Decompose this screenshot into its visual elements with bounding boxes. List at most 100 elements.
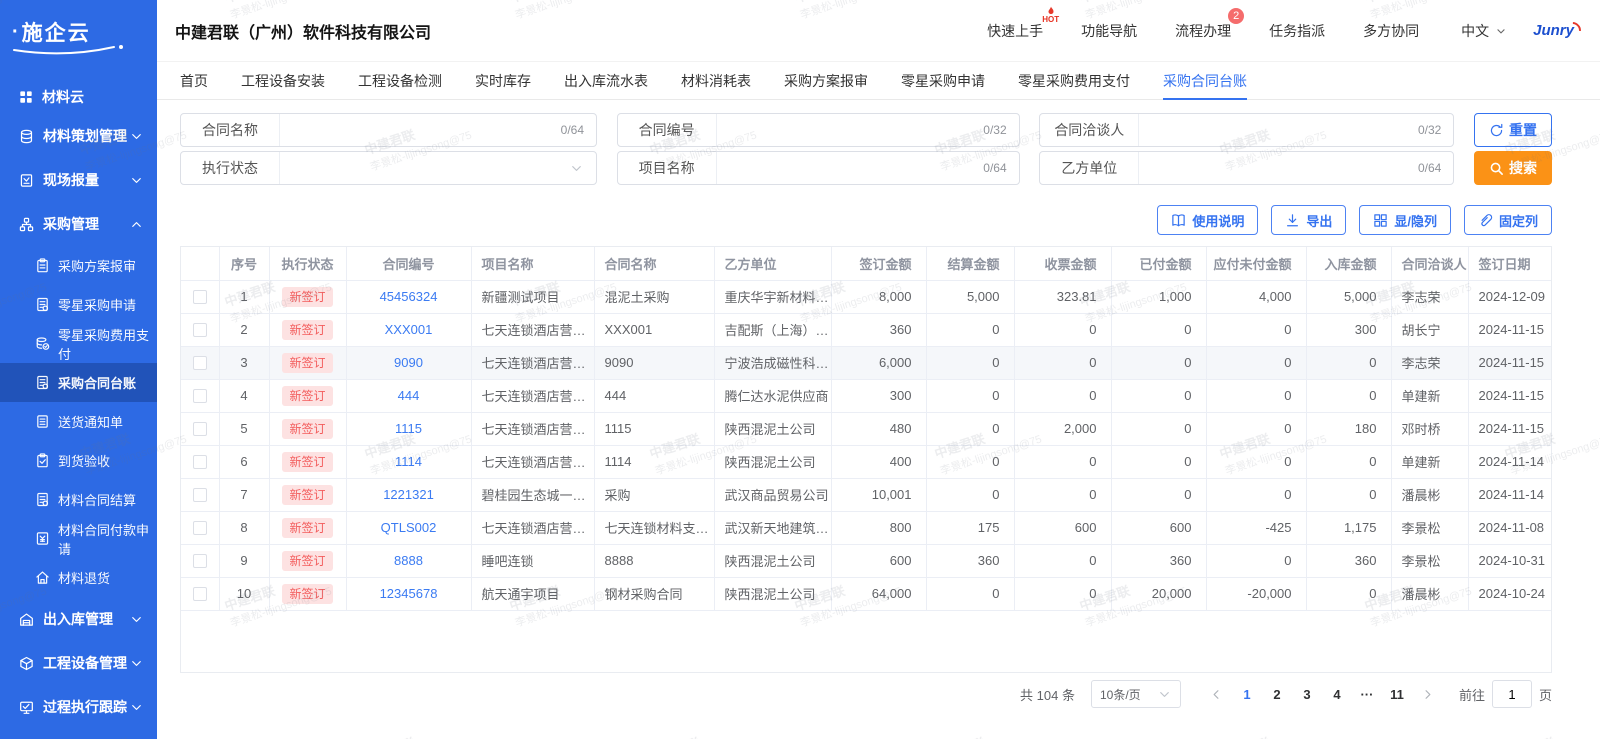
language-label: 中文 [1461,22,1490,39]
next-page-button[interactable] [1420,687,1435,702]
sidebar-subitem-material-return[interactable]: 材料退货 [0,558,157,597]
sidebar-subitem-delivery-notice[interactable]: 送货通知单 [0,402,157,441]
sidebar-item-label: 材料策划管理 [43,128,127,144]
contract-no-link[interactable]: 45456324 [380,289,438,304]
column-header: 执行状态 [269,247,347,281]
tab-inout-flow-report[interactable]: 出入库流水表 [564,62,648,99]
contract-no-link[interactable]: 1221321 [383,487,434,502]
topmenu-item-quick-start[interactable]: 快速上手 HOT [987,6,1059,41]
checkbox-cell [181,478,220,512]
cell: 李志荣 [1391,280,1469,314]
page-number[interactable]: 4 [1325,687,1349,702]
cell: 新签订 [269,544,347,578]
reset-button[interactable]: 重置 [1473,113,1552,147]
usage-help-button[interactable]: 使用说明 [1157,205,1259,235]
contract-no-link[interactable]: QTLS002 [381,520,437,535]
column-header: 合同编号 [346,247,472,281]
sidebar-subitem-arrival-inspection[interactable]: 到货验收 [0,441,157,480]
sidebar-subitem-purchase-contract-ledger[interactable]: 采购合同台账 [0,363,157,402]
topmenu-item-multi-collab[interactable]: 多方协同 [1363,21,1419,41]
toggle-columns-button[interactable]: 显/隐列 [1359,205,1451,235]
row-checkbox[interactable] [192,554,207,569]
cell: 潘晨彬 [1391,478,1469,512]
org-icon [19,217,34,232]
row-checkbox[interactable] [192,455,207,470]
tab-purchase-contract-ledger[interactable]: 采购合同台账 [1163,62,1247,100]
row-checkbox[interactable] [192,356,207,371]
contract-no-link[interactable]: 1114 [395,454,422,469]
hot-badge: HOT [1042,6,1059,24]
tab-material-consumption[interactable]: 材料消耗表 [681,62,751,99]
checkbox-cell [181,445,220,479]
contract-no-link[interactable]: 8888 [394,553,423,568]
topmenu-item-feature-nav[interactable]: 功能导航 [1081,21,1137,41]
sidebar-item-procurement[interactable]: 采购管理 [0,202,157,246]
contract-no-link[interactable]: XXX001 [385,322,433,337]
cell: 0 [1306,577,1392,611]
contract-no-link[interactable]: 444 [398,388,420,403]
cell: 2024-11-15 [1468,379,1551,413]
sidebar-subitem-material-contract-payment-request[interactable]: 材料合同付款申请 [0,519,157,558]
cell: 武汉新天地建筑工... [714,511,832,545]
char-counter: 0/32 [1417,123,1442,137]
tab-realtime-stock[interactable]: 实时库存 [475,62,531,99]
row-checkbox[interactable] [192,488,207,503]
filter-party-b-unit-input[interactable] [1139,160,1418,176]
sidebar-subitem-procurement-plan-review[interactable]: 采购方案报审 [0,246,157,285]
pin-columns-button[interactable]: 固定列 [1463,205,1552,235]
sidebar-section-material-cloud[interactable]: 材料云 [0,80,157,114]
prev-page-button[interactable] [1209,687,1224,702]
page-size-select[interactable]: 10条/页 [1090,680,1181,708]
top-menu: 快速上手 HOT 功能导航 流程办理 2 任务指派 多方协同 [987,6,1419,41]
tab-petty-purchase-payment[interactable]: 零星采购费用支付 [1018,62,1130,99]
contract-no-link[interactable]: 9090 [394,355,423,370]
tab-equipment-inspect[interactable]: 工程设备检测 [358,62,442,99]
sidebar-item-site-measure[interactable]: 现场报量 [0,158,157,202]
row-checkbox[interactable] [192,521,207,536]
page-number[interactable]: 2 [1265,687,1289,702]
sidebar-subitem-petty-purchase-request[interactable]: 零星采购申请 [0,285,157,324]
row-checkbox[interactable] [192,587,207,602]
export-button[interactable]: 导出 [1271,205,1347,235]
page-number[interactable]: 3 [1295,687,1319,702]
filter-project-name-input[interactable] [716,160,984,176]
row-checkbox[interactable] [192,389,207,404]
topmenu-item-process-handling[interactable]: 流程办理 2 [1175,7,1245,41]
page-number[interactable]: 11 [1385,687,1409,702]
sidebar-item-process-tracking[interactable]: 过程执行跟踪 [0,685,157,729]
cell: 陕西混泥土公司 [714,412,832,446]
row-checkbox[interactable] [192,422,207,437]
row-checkbox[interactable] [192,290,207,305]
filter-exec-status-input[interactable] [280,160,569,176]
app-logo[interactable]: · 施企云 [0,0,157,64]
goto-page-input[interactable] [1491,680,1532,708]
tab-procurement-plan-review[interactable]: 采购方案报审 [784,62,868,99]
sidebar-subitem-material-contract-settlement[interactable]: 材料合同结算 [0,480,157,519]
doc-icon [35,375,50,390]
tab-equipment-install[interactable]: 工程设备安装 [241,62,325,99]
cell: 七天连锁酒店营建... [471,379,595,413]
sidebar-item-inout-warehouse[interactable]: 出入库管理 [0,597,157,641]
filter-contract-no-input[interactable] [716,122,984,138]
sidebar-item-equipment-mgmt[interactable]: 工程设备管理 [0,641,157,685]
sidebar-item-material-planning[interactable]: 材料策划管理 [0,114,157,158]
cell: 2024-10-24 [1468,577,1551,611]
contract-no-link[interactable]: 12345678 [380,586,438,601]
tab-home[interactable]: 首页 [180,62,208,99]
search-button[interactable]: 搜索 [1473,151,1552,185]
cell: 1,175 [1306,511,1392,545]
contract-no-link[interactable]: 1115 [395,421,422,436]
filter-contract-name-input[interactable] [280,122,561,138]
filter-contract-negotiator-input[interactable] [1139,122,1418,138]
cell: 新签订 [269,577,347,611]
topmenu-item-task-assign[interactable]: 任务指派 [1269,21,1325,41]
page-number[interactable]: 1 [1235,687,1259,702]
tab-petty-purchase-request[interactable]: 零星采购申请 [901,62,985,99]
cell: 0 [1206,478,1307,512]
row-checkbox[interactable] [192,323,207,338]
sidebar-subitem-petty-purchase-payment[interactable]: 零星采购费用支付 [0,324,157,363]
language-selector[interactable]: 中文 [1461,21,1507,41]
cell: 0 [1306,379,1392,413]
cell: 400 [831,445,927,479]
cell: 0 [1111,313,1207,347]
